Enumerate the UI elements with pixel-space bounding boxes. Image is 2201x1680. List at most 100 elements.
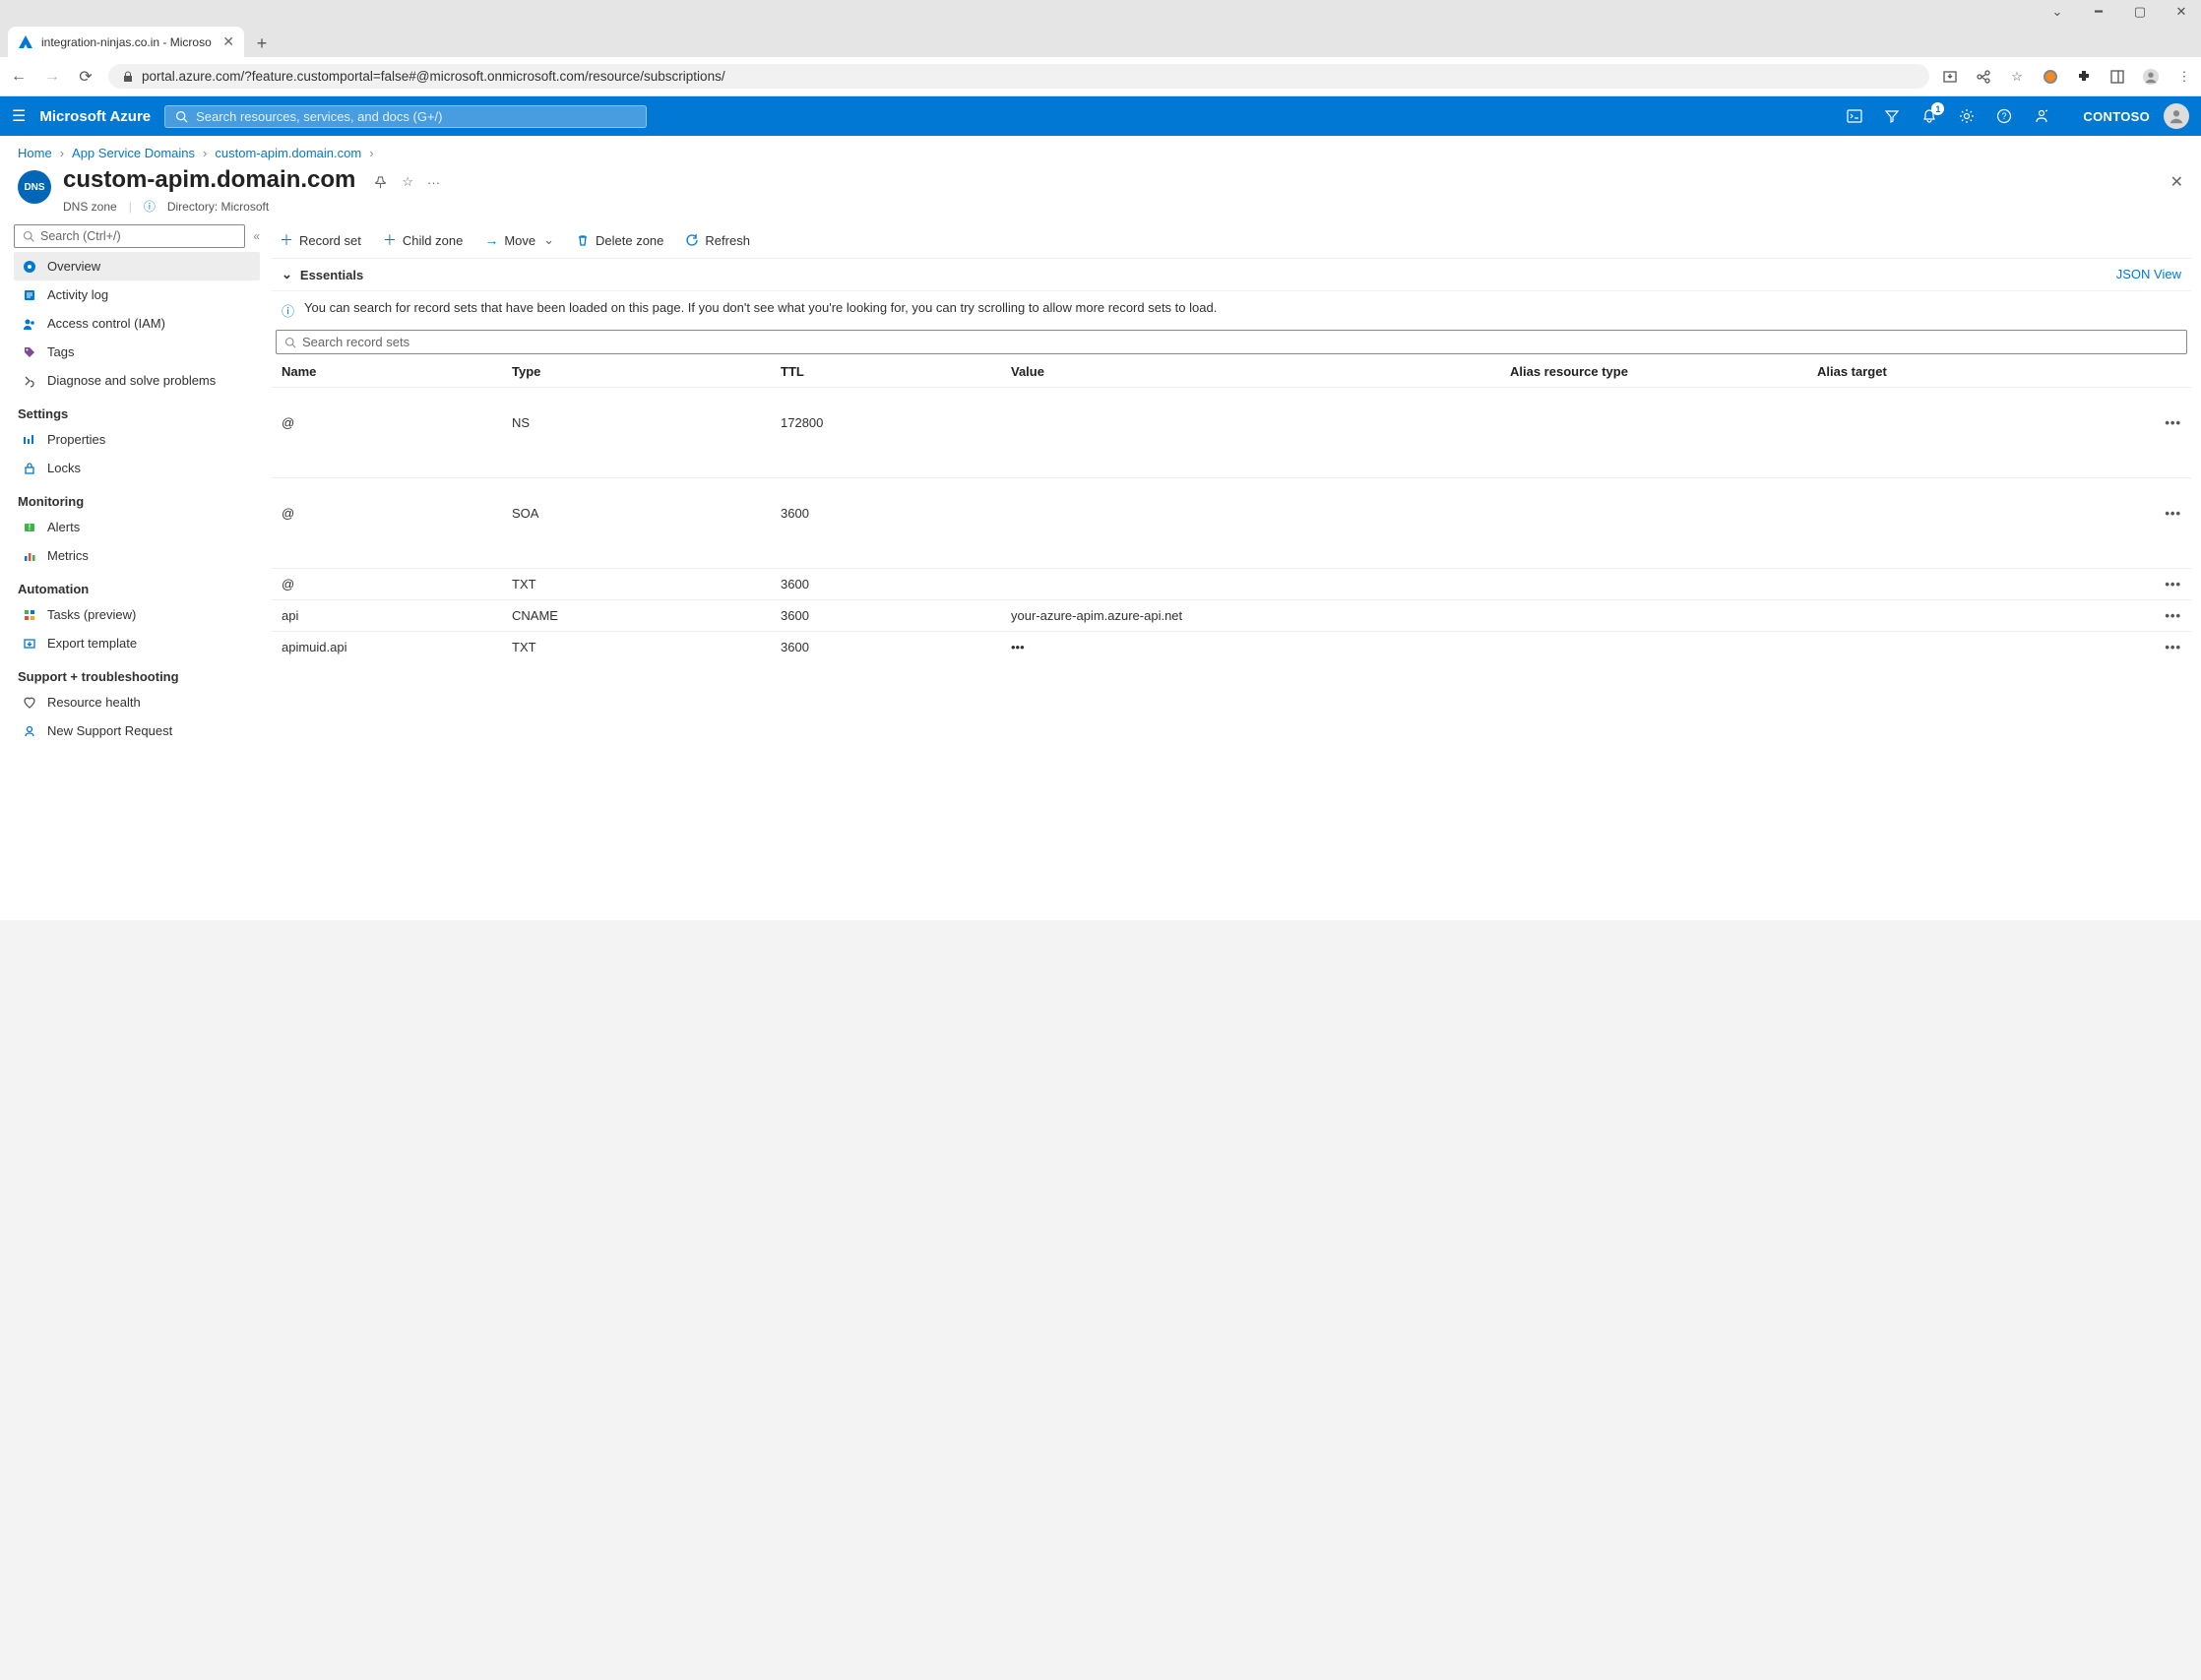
row-menu-button[interactable]: •••	[2114, 569, 2191, 600]
cell-type: CNAME	[502, 600, 771, 632]
breadcrumb-home[interactable]: Home	[18, 146, 52, 160]
sidepanel-icon[interactable]	[2108, 69, 2126, 85]
sidebar-item-properties[interactable]: Properties	[14, 425, 260, 454]
cloud-shell-icon[interactable]	[1847, 108, 1862, 124]
sidebar-item-resource-health[interactable]: Resource health	[14, 688, 260, 716]
favorite-icon[interactable]: ☆	[402, 174, 413, 190]
portal-menu-button[interactable]: ☰	[12, 106, 26, 126]
sidebar-item-activity-log[interactable]: Activity log	[14, 280, 260, 309]
essentials-toggle[interactable]: ⌄ Essentials	[282, 267, 363, 282]
address-bar[interactable]: portal.azure.com/?feature.customportal=f…	[108, 64, 1929, 89]
move-button[interactable]: →Move⌄	[484, 230, 554, 250]
cell-name: apimuid.api	[272, 632, 502, 663]
tags-icon	[22, 345, 37, 359]
global-search-input[interactable]	[196, 109, 636, 124]
col-alias-target[interactable]: Alias target	[1807, 356, 2114, 388]
breadcrumb-level2[interactable]: custom-apim.domain.com	[215, 146, 361, 160]
global-search[interactable]	[164, 105, 647, 128]
close-blade-button[interactable]: ✕	[2170, 172, 2183, 192]
overview-icon	[22, 260, 37, 274]
sidebar-item-alerts[interactable]: !Alerts	[14, 513, 260, 541]
feedback-icon[interactable]	[2034, 108, 2049, 124]
back-button[interactable]: ←	[8, 68, 30, 86]
url-text: portal.azure.com/?feature.customportal=f…	[142, 69, 725, 84]
account-avatar[interactable]	[2164, 103, 2189, 129]
profile-icon[interactable]	[2142, 67, 2160, 87]
breadcrumb-level1[interactable]: App Service Domains	[72, 146, 195, 160]
tenant-label[interactable]: CONTOSO	[2083, 109, 2150, 124]
col-ttl[interactable]: TTL	[771, 356, 1001, 388]
sidebar-item-new-support[interactable]: New Support Request	[14, 716, 260, 745]
close-window-icon[interactable]: ✕	[2170, 4, 2193, 20]
chevron-right-icon: ›	[369, 146, 373, 160]
add-record-set-button[interactable]: ＋Record set	[280, 230, 361, 250]
cell-value	[1001, 569, 1500, 600]
settings-icon[interactable]	[1959, 108, 1975, 124]
sidebar-search-placeholder: Search (Ctrl+/)	[40, 229, 121, 243]
chevron-right-icon: ›	[60, 146, 64, 160]
pin-icon[interactable]	[373, 175, 388, 190]
table-row[interactable]: @TXT3600•••	[272, 569, 2191, 600]
notifications-icon[interactable]: 1	[1921, 108, 1937, 124]
locks-icon	[22, 462, 37, 475]
filter-icon[interactable]	[1884, 108, 1900, 124]
table-row[interactable]: apiCNAME3600your-azure-apim.azure-api.ne…	[272, 600, 2191, 632]
help-icon[interactable]: ?	[1996, 108, 2012, 124]
col-type[interactable]: Type	[502, 356, 771, 388]
svg-text:?: ?	[2002, 111, 2007, 121]
extensions-icon[interactable]	[2075, 69, 2093, 85]
sidebar-item-metrics[interactable]: Metrics	[14, 541, 260, 570]
more-icon[interactable]: ···	[427, 175, 440, 190]
sidebar-search[interactable]: Search (Ctrl+/)	[14, 224, 245, 248]
share-icon[interactable]	[1975, 69, 1992, 85]
record-search[interactable]: Search record sets	[276, 330, 2187, 354]
install-app-icon[interactable]	[1941, 69, 1959, 85]
col-name[interactable]: Name	[272, 356, 502, 388]
json-view-link[interactable]: JSON View	[2116, 267, 2181, 282]
cell-alias-type	[1500, 478, 1807, 569]
col-value[interactable]: Value	[1001, 356, 1500, 388]
table-row[interactable]: @SOA3600•••	[272, 478, 2191, 569]
reload-button[interactable]: ⟳	[75, 67, 96, 87]
svg-text:!: !	[29, 523, 31, 531]
close-tab-icon[interactable]: ✕	[222, 33, 234, 50]
browser-menu-icon[interactable]: ⋮	[2175, 69, 2193, 85]
minimize-icon[interactable]: ━	[2087, 4, 2110, 20]
chevron-down-icon[interactable]: ⌄	[2045, 4, 2069, 20]
info-icon: ⓘ	[282, 301, 294, 320]
delete-zone-button[interactable]: Delete zone	[576, 230, 663, 250]
forward-button[interactable]: →	[41, 68, 63, 86]
table-row[interactable]: apimuid.apiTXT3600••••••	[272, 632, 2191, 663]
cell-type: TXT	[502, 632, 771, 663]
breadcrumb: Home › App Service Domains › custom-apim…	[0, 136, 2201, 166]
resource-health-icon	[22, 696, 37, 710]
refresh-button[interactable]: Refresh	[685, 230, 750, 250]
sidebar-item-overview[interactable]: Overview	[14, 252, 260, 280]
col-alias-type[interactable]: Alias resource type	[1500, 356, 1807, 388]
tab-title: integration-ninjas.co.in - Microso	[41, 35, 215, 49]
row-menu-button[interactable]: •••	[2114, 632, 2191, 663]
add-child-zone-button[interactable]: ＋Child zone	[383, 230, 463, 250]
refresh-icon	[685, 233, 699, 247]
search-icon	[23, 230, 34, 242]
sidebar-item-export[interactable]: Export template	[14, 629, 260, 657]
new-tab-button[interactable]: +	[248, 30, 276, 57]
cell-alias-target	[1807, 569, 2114, 600]
collapse-sidebar-icon[interactable]: «	[253, 229, 260, 243]
page-title: custom-apim.domain.com	[63, 166, 355, 194]
sidebar-item-diagnose[interactable]: Diagnose and solve problems	[14, 366, 260, 395]
row-menu-button[interactable]: •••	[2114, 388, 2191, 478]
sidebar-item-iam[interactable]: Access control (IAM)	[14, 309, 260, 338]
sidebar-item-locks[interactable]: Locks	[14, 454, 260, 482]
table-row[interactable]: @NS172800•••	[272, 388, 2191, 478]
row-menu-button[interactable]: •••	[2114, 478, 2191, 569]
browser-tab[interactable]: integration-ninjas.co.in - Microso ✕	[8, 27, 244, 57]
bookmark-icon[interactable]: ☆	[2008, 69, 2026, 85]
cell-alias-type	[1500, 388, 1807, 478]
maximize-icon[interactable]: ▢	[2128, 4, 2152, 20]
cell-value: •••	[1001, 632, 1500, 663]
row-menu-button[interactable]: •••	[2114, 600, 2191, 632]
sidebar-item-tags[interactable]: Tags	[14, 338, 260, 366]
diagnose-icon	[22, 374, 37, 388]
sidebar-item-tasks[interactable]: Tasks (preview)	[14, 600, 260, 629]
